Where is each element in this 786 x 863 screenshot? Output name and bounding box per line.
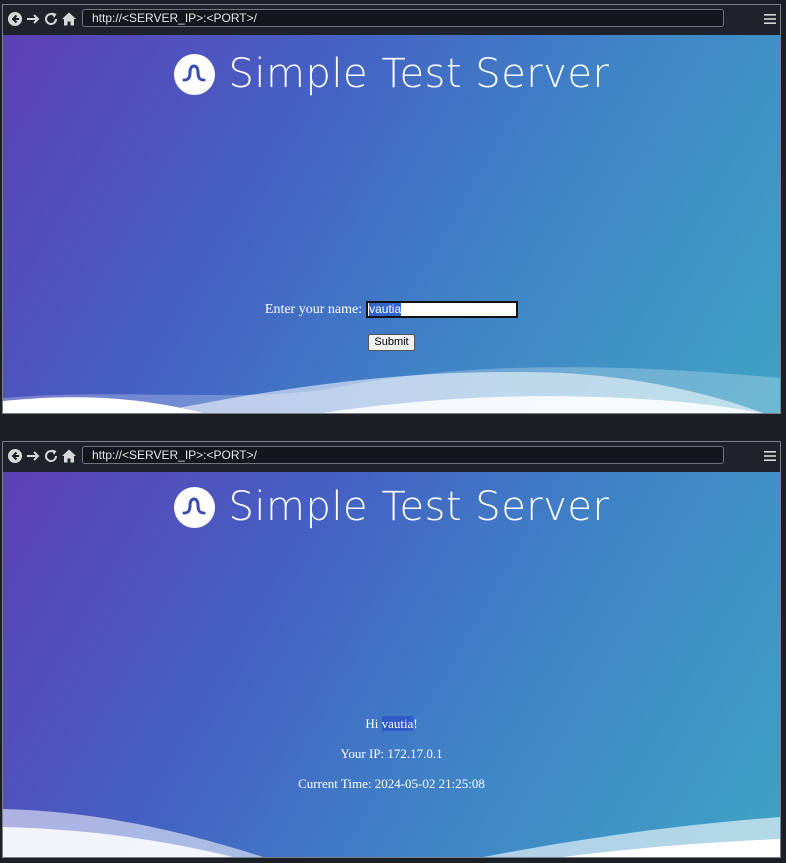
name-form: Enter your name: vautia [3, 301, 780, 318]
forward-icon[interactable] [25, 11, 41, 27]
greeting-name: vautia [381, 716, 414, 731]
decorative-waves [3, 797, 780, 857]
logo-icon [173, 53, 215, 95]
hamburger-menu-icon[interactable] [764, 450, 776, 462]
reload-icon[interactable] [43, 448, 59, 464]
page-content: Simple Test Server Hi vautia! Your IP: 1… [3, 472, 780, 857]
browser-toolbar: http://<SERVER_IP>:<PORT>/ [3, 5, 780, 35]
name-input[interactable]: vautia [366, 301, 519, 318]
page-content: Simple Test Server Enter your name: vaut… [3, 35, 780, 413]
home-icon[interactable] [61, 11, 77, 27]
site-title: Simple Test Server [228, 484, 610, 530]
logo-icon [173, 486, 215, 528]
name-label: Enter your name: [264, 301, 363, 317]
site-header: Simple Test Server [3, 484, 780, 530]
browser-window-1: http://<SERVER_IP>:<PORT>/ Simple Test S… [2, 4, 781, 414]
site-header: Simple Test Server [3, 51, 780, 97]
address-bar[interactable]: http://<SERVER_IP>:<PORT>/ [82, 446, 724, 464]
time-line: Current Time: 2024-05-02 21:25:08 [298, 776, 485, 791]
browser-toolbar: http://<SERVER_IP>:<PORT>/ [3, 442, 780, 472]
forward-icon[interactable] [25, 448, 41, 464]
site-title: Simple Test Server [228, 51, 610, 97]
greeting: Hi vautia! [3, 716, 780, 732]
back-icon[interactable] [7, 11, 23, 27]
name-input-value: vautia [369, 302, 402, 316]
decorative-waves [3, 353, 780, 413]
greeting-suffix: ! [413, 716, 418, 731]
hamburger-menu-icon[interactable] [764, 13, 776, 25]
address-bar[interactable]: http://<SERVER_IP>:<PORT>/ [82, 9, 724, 27]
nav-buttons [7, 448, 77, 464]
home-icon[interactable] [61, 448, 77, 464]
reload-icon[interactable] [43, 11, 59, 27]
submit-button[interactable]: Submit [368, 334, 415, 351]
nav-buttons [7, 11, 77, 27]
back-icon[interactable] [7, 448, 23, 464]
ip-line: Your IP: 172.17.0.1 [340, 746, 443, 761]
greeting-prefix: Hi [365, 716, 382, 731]
submit-row: Submit [3, 334, 780, 351]
browser-window-2: http://<SERVER_IP>:<PORT>/ Simple Test S… [2, 441, 781, 858]
